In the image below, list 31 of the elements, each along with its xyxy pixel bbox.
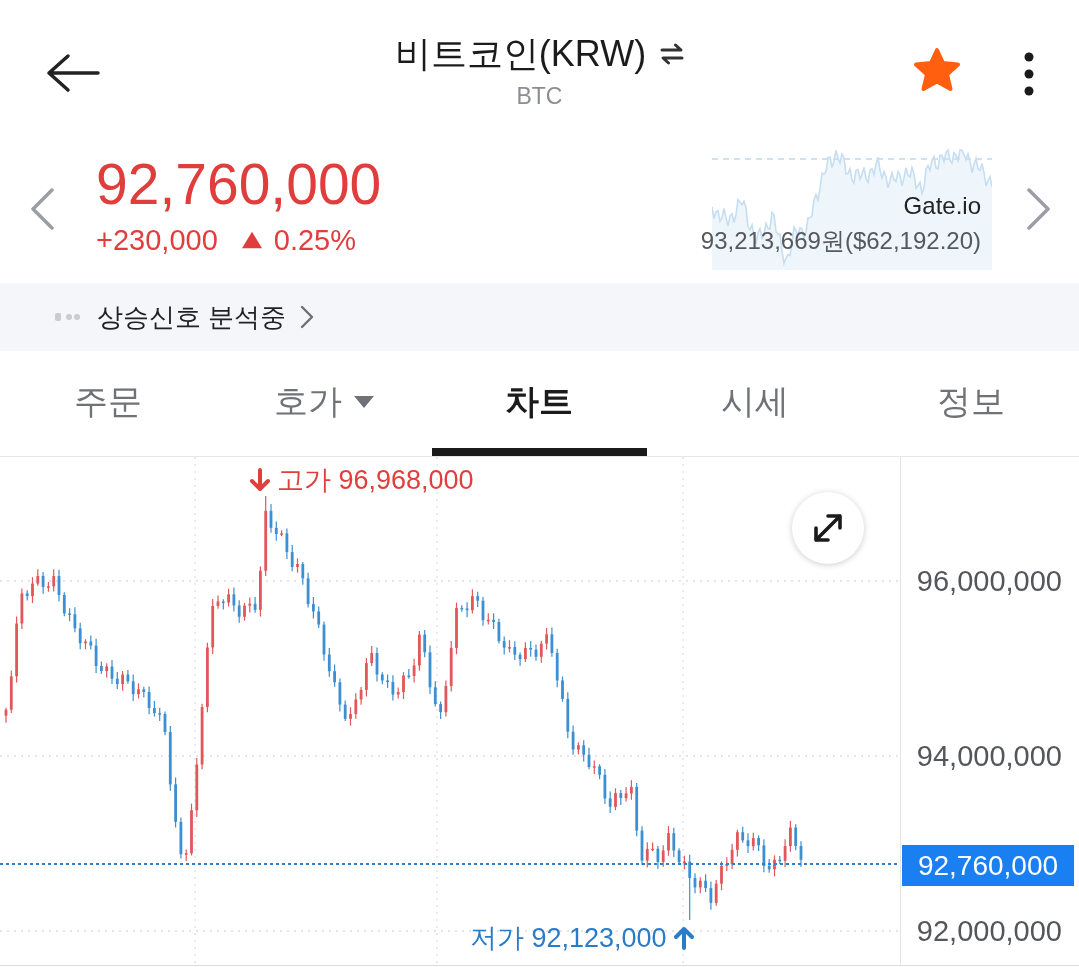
change-rate: 0.25% — [273, 223, 356, 258]
down-arrow-icon — [249, 468, 271, 492]
tab[interactable]: 호가 — [215, 351, 432, 456]
current-price: 92,760,000 — [96, 152, 382, 216]
tab[interactable]: 주문 — [0, 351, 216, 456]
tab[interactable]: 차트 — [431, 351, 648, 456]
y-axis-label: 92,000,000 — [916, 914, 1062, 948]
price-change: +230,000 — [96, 223, 218, 258]
low-price-label: 저가 92,123,000 — [470, 923, 667, 953]
high-price-label: 고가 96,968,000 — [277, 465, 474, 495]
current-price-tag: 92,760,000 — [902, 845, 1074, 886]
loading-dots-icon — [55, 313, 81, 321]
chevron-right-icon[interactable] — [1026, 188, 1052, 230]
swap-arrows-icon[interactable] — [660, 43, 685, 65]
exchange-price: 93,213,669원($62,192.20) — [700, 226, 981, 256]
up-arrow-icon — [672, 926, 695, 950]
exchange-name: Gate.io — [903, 191, 981, 221]
tab[interactable]: 시세 — [647, 351, 864, 456]
more-menu-icon[interactable] — [1024, 52, 1034, 96]
y-axis-label: 96,000,000 — [916, 564, 1062, 598]
back-arrow-icon[interactable] — [46, 53, 100, 93]
star-icon[interactable] — [912, 46, 962, 93]
coin-symbol: BTC — [516, 82, 563, 111]
coin-title: 비트코인(KRW) — [394, 33, 647, 75]
chevron-right-icon[interactable] — [300, 305, 315, 329]
expand-arrows-icon — [811, 511, 845, 545]
chevron-left-icon[interactable] — [29, 188, 55, 230]
expand-button[interactable] — [792, 492, 864, 564]
y-axis-label: 94,000,000 — [916, 739, 1062, 773]
signal-status-text[interactable]: 상승신호 분석중 — [97, 299, 287, 335]
tab[interactable]: 정보 — [863, 351, 1079, 456]
